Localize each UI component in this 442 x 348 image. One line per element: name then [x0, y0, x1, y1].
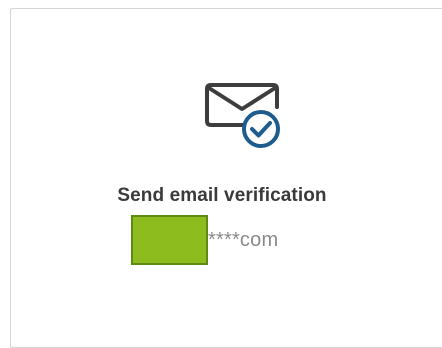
masked-email-row: ****com	[131, 213, 278, 267]
masked-email-text: ****com	[208, 228, 279, 251]
email-verification-option-card[interactable]: Send email verification	[10, 8, 442, 348]
redaction-block	[131, 215, 208, 265]
envelope-check-icon	[203, 79, 285, 161]
option-title: Send email verification	[117, 185, 327, 206]
